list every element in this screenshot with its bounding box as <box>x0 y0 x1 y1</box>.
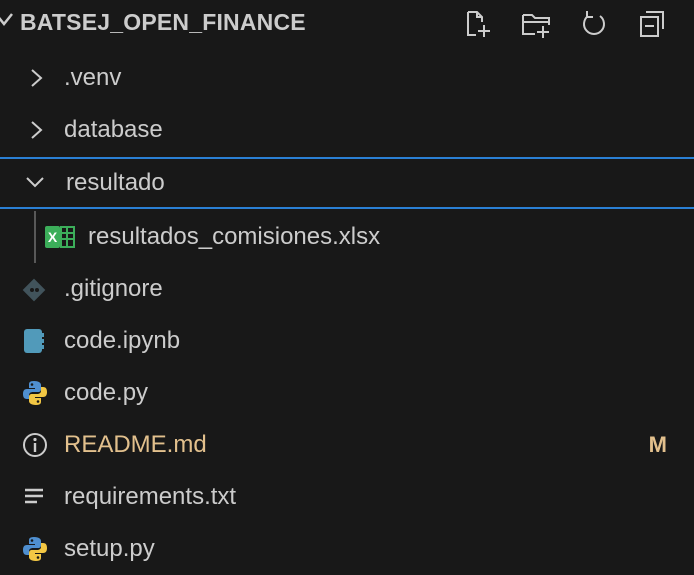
refresh-icon <box>583 11 605 35</box>
tree-item-resultado[interactable]: resultado <box>0 157 694 209</box>
file-explorer: BATSEJ_OPEN_FINANCE .venv database resul… <box>0 0 694 568</box>
tree-item-database[interactable]: database <box>0 104 694 156</box>
git-modified-badge: M <box>648 432 667 457</box>
tree-item-code-py[interactable]: code.py <box>0 367 694 419</box>
notebook-icon <box>24 329 44 353</box>
excel-icon: X <box>45 226 75 248</box>
tree-item-label: .venv <box>64 64 122 91</box>
new-folder-icon <box>522 14 550 38</box>
chevron-down-icon[interactable] <box>0 10 14 30</box>
tree-item-label: setup.py <box>64 535 155 562</box>
workspace-title: BATSEJ_OPEN_FINANCE <box>20 9 306 35</box>
tree-item-label: requirements.txt <box>64 483 237 510</box>
git-icon <box>22 278 46 302</box>
tree-item-label: code.py <box>64 379 149 406</box>
tree-item-label: README.md <box>64 431 207 458</box>
explorer-actions <box>458 4 672 44</box>
tree-item-venv[interactable]: .venv <box>0 52 694 104</box>
refresh-button[interactable] <box>574 4 614 44</box>
python-icon <box>23 537 47 561</box>
chevron-down-icon <box>26 177 44 188</box>
info-icon <box>23 433 47 457</box>
python-icon <box>23 381 47 405</box>
chevron-right-icon <box>31 69 43 87</box>
chevron-right-icon <box>31 121 43 139</box>
tree-item-resultados-comisiones[interactable]: X resultados_comisiones.xlsx <box>0 211 694 263</box>
tree-item-label: database <box>64 116 163 143</box>
tree-item-label: code.ipynb <box>64 327 181 354</box>
tree-item-label: resultados_comisiones.xlsx <box>88 223 381 250</box>
tree-item-label: resultado <box>66 169 165 196</box>
tree-item-readme[interactable]: README.md M <box>0 419 694 471</box>
new-folder-button[interactable] <box>516 4 556 44</box>
new-file-button[interactable] <box>458 4 498 44</box>
explorer-header[interactable]: BATSEJ_OPEN_FINANCE <box>0 0 694 52</box>
tree-item-gitignore[interactable]: .gitignore <box>0 263 694 315</box>
tree-item-setup-py[interactable]: setup.py <box>0 523 694 575</box>
svg-text:X: X <box>48 229 58 245</box>
new-file-icon <box>467 11 490 37</box>
tree-item-requirements[interactable]: requirements.txt <box>0 471 694 523</box>
collapse-all-icon <box>640 11 664 37</box>
collapse-all-button[interactable] <box>632 4 672 44</box>
text-lines-icon <box>25 488 43 504</box>
tree-item-label: .gitignore <box>64 275 163 302</box>
tree-item-code-ipynb[interactable]: code.ipynb <box>0 315 694 367</box>
